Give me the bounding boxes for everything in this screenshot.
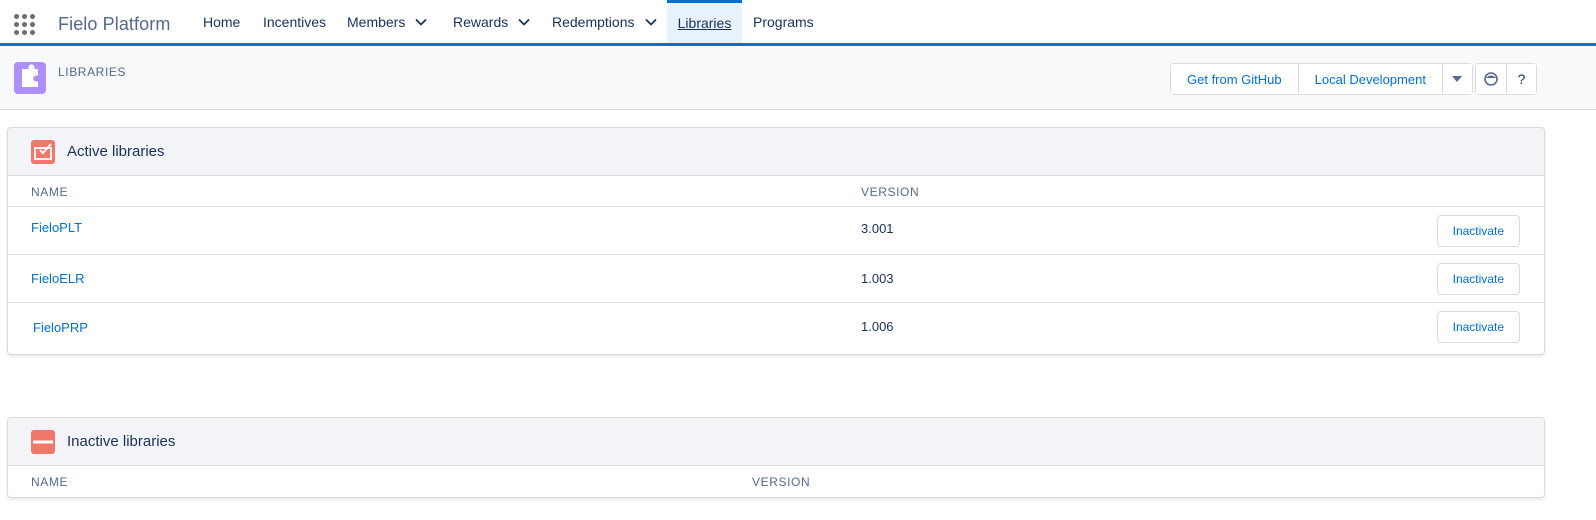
- library-name-link[interactable]: FieloELR: [31, 271, 84, 286]
- checkbox-check-icon: [31, 140, 55, 164]
- table-header: NAME VERSION: [8, 466, 1544, 497]
- nav-item-redemptions[interactable]: Redemptions: [552, 0, 657, 43]
- caret-down-icon: [1452, 76, 1463, 82]
- column-header-version: VERSION: [752, 475, 811, 489]
- inactivate-button[interactable]: Inactivate: [1436, 263, 1520, 295]
- table-row: FieloPLT 3.001 Inactivate: [8, 207, 1544, 255]
- nav-item-members[interactable]: Members: [347, 0, 427, 43]
- help-button[interactable]: ?: [1506, 64, 1536, 94]
- library-name-link[interactable]: FieloPLT: [31, 220, 82, 235]
- column-header-version: VERSION: [861, 185, 920, 199]
- app-launcher-icon[interactable]: [14, 14, 36, 36]
- get-from-github-button[interactable]: Get from GitHub: [1171, 64, 1298, 94]
- puzzle-icon: [14, 62, 46, 94]
- app-name: Fielo Platform: [58, 14, 171, 34]
- header-utility-group: ?: [1475, 63, 1537, 95]
- inactivate-button[interactable]: Inactivate: [1436, 311, 1520, 343]
- local-development-button[interactable]: Local Development: [1297, 64, 1442, 94]
- nav-item-label: Rewards: [453, 13, 509, 30]
- remove-icon: [31, 430, 55, 454]
- nav-item-label: Members: [347, 13, 406, 30]
- nav-item-label: Incentives: [263, 13, 327, 30]
- nav-item-incentives[interactable]: Incentives: [263, 0, 326, 43]
- library-name-link[interactable]: FieloPRP: [33, 320, 88, 335]
- nav-item-programs[interactable]: Programs: [753, 0, 814, 43]
- card-header: Inactive libraries: [8, 418, 1544, 466]
- nav-item-label: Libraries: [677, 15, 732, 31]
- inactivate-button[interactable]: Inactivate: [1436, 215, 1520, 247]
- card-title: Inactive libraries: [67, 433, 176, 450]
- chevron-down-icon[interactable]: [518, 16, 530, 28]
- chevron-down-icon[interactable]: [644, 16, 657, 28]
- chevron-down-icon[interactable]: [415, 16, 427, 28]
- active-libraries-card: Active libraries NAME VERSION FieloPLT 3…: [7, 127, 1545, 355]
- column-header-name: NAME: [31, 185, 69, 199]
- nav-item-rewards[interactable]: Rewards: [453, 0, 530, 43]
- inactive-libraries-card: Inactive libraries NAME VERSION: [7, 417, 1545, 498]
- nav-item-libraries[interactable]: Libraries: [667, 0, 742, 43]
- table-row: FieloPRP 1.006 Inactivate: [8, 303, 1544, 351]
- header-action-group: Get from GitHub Local Development: [1170, 63, 1473, 95]
- table-header: NAME VERSION: [8, 176, 1544, 207]
- more-actions-button[interactable]: [1441, 64, 1472, 94]
- nav-item-label: Redemptions: [552, 13, 635, 30]
- card-header: Active libraries: [8, 128, 1544, 176]
- record-icon-button[interactable]: [1476, 64, 1506, 94]
- nav-item-label: Programs: [753, 13, 814, 30]
- face-icon: [1484, 72, 1498, 86]
- card-title: Active libraries: [67, 143, 165, 160]
- library-version: 1.006: [861, 319, 894, 334]
- table-row: FieloELR 1.003 Inactivate: [8, 255, 1544, 303]
- nav-item-home[interactable]: Home: [203, 0, 240, 43]
- column-header-name: NAME: [31, 475, 69, 489]
- page-header: LIBRARIES Get from GitHub Local Developm…: [0, 46, 1596, 110]
- nav-item-label: Home: [203, 13, 241, 30]
- page-title: LIBRARIES: [58, 65, 127, 79]
- library-version: 1.003: [861, 271, 894, 286]
- global-nav: Fielo Platform Home Incentives Members R…: [0, 0, 1596, 46]
- library-version: 3.001: [861, 221, 894, 236]
